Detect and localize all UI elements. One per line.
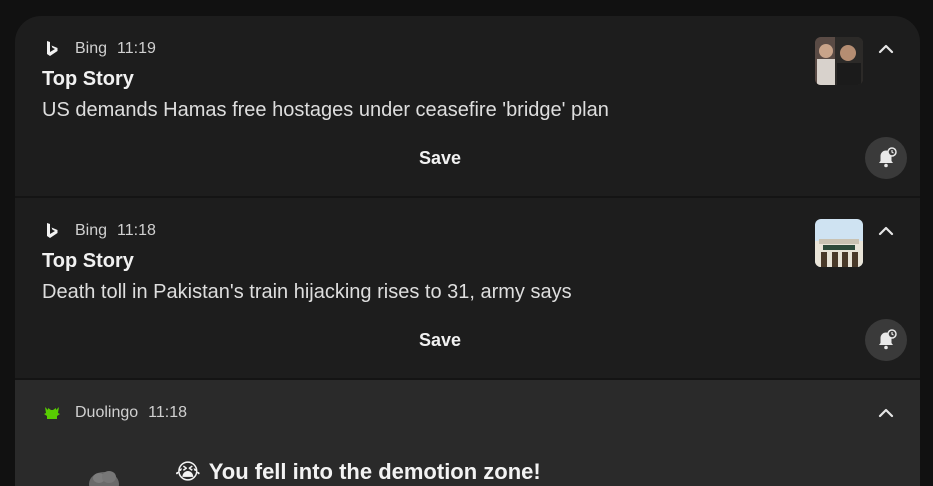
duolingo-character-icon — [87, 466, 121, 486]
bing-icon — [42, 221, 62, 241]
notification-title: Top Story — [42, 68, 134, 90]
notification-header: Duolingo 11:18 — [42, 402, 187, 424]
collapse-chevron-icon[interactable] — [875, 38, 897, 60]
snooze-bell-icon[interactable] — [865, 319, 907, 361]
collapse-chevron-icon[interactable] — [875, 402, 897, 424]
notification-card-bing-2[interactable]: Bing 11:18 Top Story Death toll in Pakis… — [15, 198, 920, 378]
snooze-bell-icon[interactable] — [865, 137, 907, 179]
notification-title: 😭 You fell into the demotion zone! — [175, 459, 541, 485]
save-button[interactable]: Save — [400, 324, 480, 356]
app-name: Bing — [75, 40, 108, 57]
notification-card-duolingo[interactable]: Duolingo 11:18 😭 You fell into the demot… — [15, 380, 920, 486]
bing-icon — [42, 39, 62, 59]
notification-time: 11:18 — [117, 222, 156, 239]
news-thumbnail — [815, 219, 863, 267]
notification-body: US demands Hamas free hostages under cea… — [42, 99, 609, 121]
notification-time: 11:19 — [117, 40, 156, 57]
notification-header: Bing 11:19 — [42, 38, 156, 60]
notification-header: Bing 11:18 — [42, 220, 156, 242]
app-name: Bing — [75, 222, 108, 239]
notification-card-bing-1[interactable]: Bing 11:19 Top Story US demands Hamas fr… — [15, 16, 920, 196]
save-button[interactable]: Save — [400, 142, 480, 174]
duolingo-owl-icon — [42, 403, 62, 423]
news-thumbnail — [815, 37, 863, 85]
notification-title: Top Story — [42, 250, 134, 272]
notification-title-text: You fell into the demotion zone! — [208, 459, 541, 484]
collapse-chevron-icon[interactable] — [875, 220, 897, 242]
app-name: Duolingo — [75, 404, 139, 421]
notification-time: 11:18 — [148, 404, 188, 421]
crying-face-icon: 😭 — [175, 459, 201, 484]
notification-body: Death toll in Pakistan's train hijacking… — [42, 281, 572, 303]
notification-shade: Bing 11:19 Top Story US demands Hamas fr… — [15, 16, 920, 486]
